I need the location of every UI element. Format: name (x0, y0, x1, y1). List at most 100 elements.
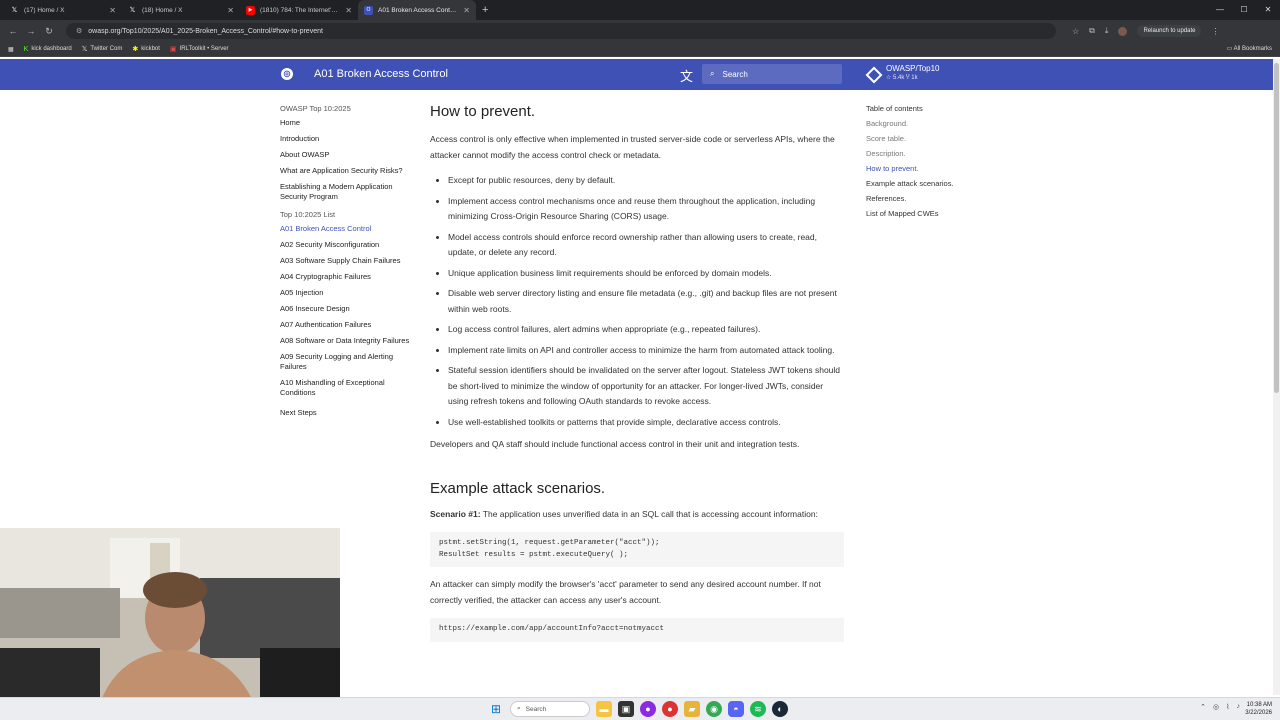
reload-icon[interactable]: ↻ (40, 26, 58, 37)
sidebar-item-a06[interactable]: A06 Insecure Design (280, 304, 410, 314)
app-icon[interactable]: ● (662, 701, 678, 717)
close-tab-icon[interactable]: ✕ (463, 6, 470, 15)
task-view-icon[interactable]: ▣ (618, 701, 634, 717)
taskbar-clock[interactable]: 10:38 AM 3/22/2026 (1245, 701, 1272, 717)
close-tab-icon[interactable]: ✕ (109, 6, 116, 15)
bookmark-item[interactable]: 𝕏 Twitter Com (82, 45, 123, 53)
network-icon[interactable]: ⌇ (1226, 703, 1229, 711)
url-field[interactable]: ⚙ owasp.org/Top10/2025/A01_2025-Broken_A… (66, 23, 1056, 39)
steam-icon[interactable]: ◐ (772, 701, 788, 717)
address-bar-row: ← → ↻ ⚙ owasp.org/Top10/2025/A01_2025-Br… (0, 20, 1280, 42)
paragraph: Access control is only effective when im… (430, 134, 835, 160)
apps-icon[interactable]: ▦ (8, 46, 14, 53)
search-input[interactable]: ⌕ Search (702, 64, 842, 84)
list-item: Use well-established toolkits or pattern… (448, 415, 844, 431)
tray-chevron-icon[interactable]: ⌃ (1200, 703, 1206, 711)
volume-icon[interactable]: ♪ (1237, 703, 1241, 711)
sidebar-item-home[interactable]: Home (280, 118, 410, 128)
toc-item-mapped-cwes[interactable]: List of Mapped CWEs (866, 209, 954, 218)
scenario-label: Scenario #1: (430, 508, 481, 519)
spotify-icon[interactable]: ≋ (750, 701, 766, 717)
repo-link[interactable]: OWASP/Top10 ☆ 5.4k Ⴤ 1k (865, 64, 940, 84)
toc-item-how-to-prevent[interactable]: How to prevent. (866, 164, 954, 173)
list-item: Model access controls should enforce rec… (448, 230, 844, 261)
maximize-icon[interactable]: ☐ (1232, 0, 1256, 20)
sidebar-item-a05[interactable]: A05 Injection (280, 288, 410, 298)
taskbar-apps: ⊞ ⌕ Search ▬ ▣ ● ● ▰ ◉ ◓ ≋ ◐ (488, 701, 788, 717)
site-info-icon[interactable]: ⚙ (76, 27, 82, 35)
scenario-text: The application uses unverified data in … (480, 508, 818, 519)
system-tray: ⌃ ◎ ⌇ ♪ (1200, 703, 1240, 711)
sidebar-item-a02[interactable]: A02 Security Misconfiguration (280, 240, 410, 250)
all-bookmarks-button[interactable]: ▭ All Bookmarks (1227, 45, 1272, 52)
toc-item-example-attacks[interactable]: Example attack scenarios. (866, 179, 954, 188)
chrome-icon[interactable]: ◉ (706, 701, 722, 717)
toc-item-references[interactable]: References. (866, 194, 954, 203)
forward-icon[interactable]: → (22, 26, 40, 36)
code-block: pstmt.setString(1, request.getParameter(… (430, 532, 844, 567)
prevention-list: Except for public resources, deny by def… (430, 173, 844, 430)
sidebar-item-a10[interactable]: A10 Mishandling of Exceptional Condition… (280, 378, 410, 398)
menu-icon[interactable]: ⋮ (1211, 27, 1219, 36)
sidebar-item-about[interactable]: About OWASP (280, 150, 410, 160)
relaunch-button[interactable]: Relaunch to update (1137, 25, 1202, 37)
sidebar-item-a09[interactable]: A09 Security Logging and Alerting Failur… (280, 352, 410, 372)
folder-icon[interactable]: ▰ (684, 701, 700, 717)
file-explorer-icon[interactable]: ▬ (596, 701, 612, 717)
repo-name: OWASP/Top10 (886, 64, 940, 73)
list-item: Unique application business limit requir… (448, 266, 844, 282)
webcam-image (0, 528, 340, 720)
clock-time: 10:38 AM (1246, 702, 1272, 708)
bookmark-item[interactable]: Kkick dashboard (24, 46, 72, 53)
sidebar-item-introduction[interactable]: Introduction (280, 134, 410, 144)
kick-icon: K (23, 45, 29, 53)
download-icon[interactable]: ⤓ (1105, 26, 1109, 36)
close-tab-icon[interactable]: ✕ (345, 6, 352, 15)
toc-item-background[interactable]: Background. (866, 119, 954, 128)
profile-avatar[interactable] (1118, 26, 1128, 36)
new-tab-button[interactable]: + (482, 4, 488, 16)
close-window-icon[interactable]: ✕ (1256, 0, 1280, 20)
sidebar-item-a01[interactable]: A01 Broken Access Control (280, 224, 410, 234)
owasp-icon: O (364, 5, 373, 15)
sidebar-item-risks[interactable]: What are Application Security Risks? (280, 166, 410, 176)
sidebar-item-a07[interactable]: A07 Authentication Failures (280, 320, 410, 330)
sidebar-item-a04[interactable]: A04 Cryptographic Failures (280, 272, 410, 282)
bookmark-star-icon[interactable]: ☆ (1072, 27, 1079, 36)
windows-start-icon[interactable]: ⊞ (488, 701, 504, 717)
page-scrollbar[interactable] (1273, 59, 1280, 695)
browser-tab[interactable]: 𝕏 (18) Home / X ✕ (122, 0, 240, 20)
sidebar-item-a08[interactable]: A08 Software or Data Integrity Failures (280, 336, 410, 346)
discord-icon[interactable]: ◓ (728, 701, 744, 717)
minimize-icon[interactable]: — (1208, 0, 1232, 20)
x-logo-icon: 𝕏 (11, 7, 18, 14)
os-taskbar: ⊞ ⌕ Search ▬ ▣ ● ● ▰ ◉ ◓ ≋ ◐ ⌃ ◎ ⌇ ♪ 10:… (0, 697, 1280, 720)
toc-item-score-table[interactable]: Score table. (866, 134, 954, 143)
owasp-logo-icon[interactable]: ◎ (281, 68, 293, 80)
sidebar-item-program[interactable]: Establishing a Modern Application Securi… (280, 182, 410, 202)
scrollbar-thumb[interactable] (1274, 63, 1279, 393)
sidebar-item-a03[interactable]: A03 Software Supply Chain Failures (280, 256, 410, 266)
browser-tab-strip: 𝕏 (17) Home / X ✕ 𝕏 (18) Home / X ✕ ▶ (1… (0, 0, 1280, 20)
bookmarks-bar: ▦ Kkick dashboard 𝕏 Twitter Com ✱ kickbot … (0, 42, 1280, 57)
translate-icon[interactable]: 文 (680, 66, 693, 85)
tab-label: A01 Broken Access Control - O... (378, 6, 458, 14)
webcam-overlay (0, 528, 340, 720)
bookmark-item[interactable]: ▣ IRLToolkit • Server (170, 45, 229, 53)
tray-app-icon[interactable]: ◎ (1213, 703, 1219, 711)
browser-tab[interactable]: ▶ (1810) 784: The Internet's Most... ✕ (240, 0, 358, 20)
browser-tab-active[interactable]: O A01 Broken Access Control - O... ✕ (358, 0, 476, 20)
tab-label: (17) Home / X (24, 6, 65, 14)
close-tab-icon[interactable]: ✕ (227, 6, 234, 15)
browser-icon[interactable]: ● (640, 701, 656, 717)
taskbar-search[interactable]: ⌕ Search (510, 701, 590, 717)
toc-item-description[interactable]: Description. (866, 149, 954, 158)
list-item: Stateful session identifiers should be i… (448, 363, 844, 410)
back-icon[interactable]: ← (4, 26, 22, 36)
extension-icon[interactable]: ⧉ (1089, 26, 1095, 36)
sidebar-title: OWASP Top 10:2025 (280, 104, 351, 113)
bookmark-item[interactable]: ✱ kickbot (132, 45, 160, 53)
irltoolkit-icon: ▣ (169, 46, 177, 53)
browser-tab[interactable]: 𝕏 (17) Home / X ✕ (4, 0, 122, 20)
sidebar-item-next-steps[interactable]: Next Steps (280, 408, 410, 418)
